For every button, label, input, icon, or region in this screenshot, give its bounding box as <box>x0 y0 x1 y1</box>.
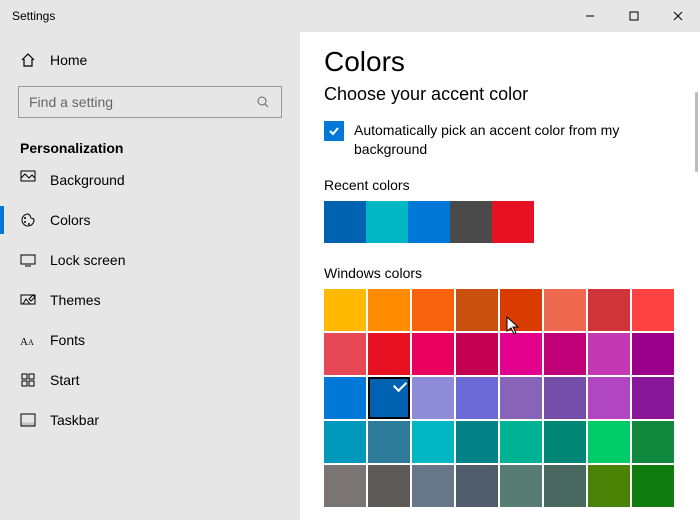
sidebar-item-label: Lock screen <box>50 252 125 268</box>
color-swatch[interactable] <box>456 421 498 463</box>
category-label: Personalization <box>0 134 300 166</box>
color-swatch[interactable] <box>588 465 630 507</box>
background-icon <box>20 176 36 184</box>
recent-color-swatch[interactable] <box>408 201 450 243</box>
close-button[interactable] <box>656 0 700 32</box>
color-swatch[interactable] <box>632 465 674 507</box>
main-panel: Colors Choose your accent color Automati… <box>300 32 700 520</box>
sidebar-item-themes[interactable]: Themes <box>0 280 300 320</box>
recent-colors-row <box>324 201 676 243</box>
colors-icon <box>20 212 36 228</box>
home-label: Home <box>50 52 87 68</box>
color-swatch[interactable] <box>368 465 410 507</box>
color-swatch[interactable] <box>500 333 542 375</box>
color-swatch[interactable] <box>500 421 542 463</box>
search-icon <box>255 95 271 109</box>
color-swatch[interactable] <box>544 465 586 507</box>
color-swatch[interactable] <box>588 377 630 419</box>
page-subtitle: Choose your accent color <box>324 84 676 105</box>
color-swatch[interactable] <box>588 333 630 375</box>
scrollbar[interactable] <box>695 92 698 172</box>
color-swatch[interactable] <box>368 333 410 375</box>
recent-color-swatch[interactable] <box>450 201 492 243</box>
color-swatch[interactable] <box>588 289 630 331</box>
auto-pick-label: Automatically pick an accent color from … <box>354 121 676 159</box>
lock-screen-icon <box>20 252 36 268</box>
color-swatch[interactable] <box>324 289 366 331</box>
sidebar-item-label: Taskbar <box>50 412 99 428</box>
search-placeholder: Find a setting <box>29 94 113 110</box>
sidebar-item-label: Background <box>50 172 125 188</box>
color-swatch[interactable] <box>544 377 586 419</box>
sidebar-item-lock-screen[interactable]: Lock screen <box>0 240 300 280</box>
color-swatch[interactable] <box>324 333 366 375</box>
color-swatch[interactable] <box>412 333 454 375</box>
recent-colors-label: Recent colors <box>324 177 676 193</box>
sidebar-item-label: Start <box>50 372 80 388</box>
maximize-button[interactable] <box>612 0 656 32</box>
color-swatch[interactable] <box>368 377 410 419</box>
color-swatch[interactable] <box>544 421 586 463</box>
color-swatch[interactable] <box>500 289 542 331</box>
windows-colors-grid <box>324 289 676 507</box>
svg-text:A: A <box>20 336 28 348</box>
color-swatch[interactable] <box>412 289 454 331</box>
sidebar-item-colors[interactable]: Colors <box>0 200 300 240</box>
sidebar: Home Find a setting Personalization Back… <box>0 32 300 520</box>
color-swatch[interactable] <box>456 377 498 419</box>
color-swatch[interactable] <box>500 465 542 507</box>
recent-color-swatch[interactable] <box>492 201 534 243</box>
home-icon <box>20 52 36 68</box>
sidebar-item-taskbar[interactable]: Taskbar <box>0 400 300 440</box>
windows-colors-label: Windows colors <box>324 265 676 281</box>
color-swatch[interactable] <box>324 465 366 507</box>
search-input[interactable]: Find a setting <box>18 86 282 118</box>
color-swatch[interactable] <box>368 421 410 463</box>
color-swatch[interactable] <box>456 333 498 375</box>
sidebar-item-fonts[interactable]: AA Fonts <box>0 320 300 360</box>
sidebar-item-label: Colors <box>50 212 90 228</box>
start-icon <box>20 372 36 388</box>
window-controls <box>568 0 700 32</box>
sidebar-item-start[interactable]: Start <box>0 360 300 400</box>
window-title: Settings <box>0 9 55 23</box>
color-swatch[interactable] <box>632 421 674 463</box>
auto-pick-row[interactable]: Automatically pick an accent color from … <box>324 121 676 159</box>
recent-color-swatch[interactable] <box>366 201 408 243</box>
color-swatch[interactable] <box>544 333 586 375</box>
minimize-button[interactable] <box>568 0 612 32</box>
color-swatch[interactable] <box>588 421 630 463</box>
fonts-icon: AA <box>20 332 36 348</box>
color-swatch[interactable] <box>412 465 454 507</box>
nav-list: Background Colors Lock screen Themes AA Fonts… <box>0 166 300 440</box>
titlebar: Settings <box>0 0 700 32</box>
home-link[interactable]: Home <box>0 44 300 76</box>
sidebar-item-label: Themes <box>50 292 101 308</box>
color-swatch[interactable] <box>412 421 454 463</box>
themes-icon <box>20 292 36 308</box>
color-swatch[interactable] <box>368 289 410 331</box>
sidebar-item-background[interactable]: Background <box>0 166 300 200</box>
color-swatch[interactable] <box>324 377 366 419</box>
color-swatch[interactable] <box>632 333 674 375</box>
color-swatch[interactable] <box>456 465 498 507</box>
color-swatch[interactable] <box>632 289 674 331</box>
page-title: Colors <box>324 46 676 78</box>
color-swatch[interactable] <box>632 377 674 419</box>
color-swatch[interactable] <box>456 289 498 331</box>
sidebar-item-label: Fonts <box>50 332 85 348</box>
svg-text:A: A <box>28 338 34 347</box>
color-swatch[interactable] <box>500 377 542 419</box>
color-swatch[interactable] <box>324 421 366 463</box>
color-swatch[interactable] <box>412 377 454 419</box>
recent-color-swatch[interactable] <box>324 201 366 243</box>
color-swatch[interactable] <box>544 289 586 331</box>
auto-pick-checkbox[interactable] <box>324 121 344 141</box>
taskbar-icon <box>20 412 36 428</box>
